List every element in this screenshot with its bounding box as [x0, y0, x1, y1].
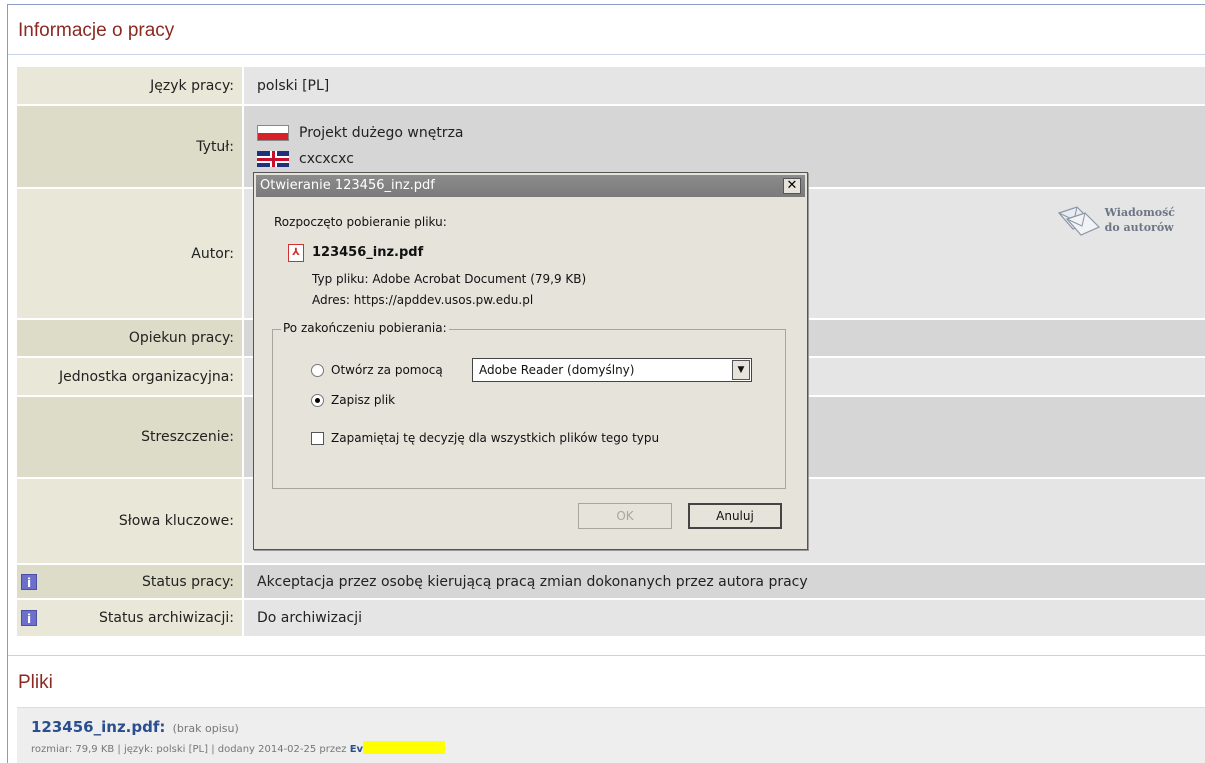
title-pl-text: Projekt dużego wnętrza — [299, 125, 464, 141]
row-label: i Status pracy: — [17, 565, 242, 598]
dialog-filename: 123456_inz.pdf — [312, 245, 424, 260]
ok-button[interactable]: OK — [578, 503, 672, 529]
file-meta-text: rozmiar: 79,9 KB | język: polski [PL] | … — [31, 744, 347, 755]
row-label: Język pracy: — [17, 67, 242, 104]
title-en: cxcxcxc — [257, 146, 464, 172]
message-authors-link[interactable]: Wiadomość do autorów — [1055, 203, 1175, 237]
dialog-intro: Rozpoczęto pobieranie pliku: — [274, 215, 447, 229]
file-address-line: Adres: https://apddev.usos.pw.edu.pl — [312, 293, 533, 307]
row-value: Akceptacja przez osobę kierującą pracą z… — [244, 565, 1205, 598]
redaction-mark — [363, 741, 446, 754]
file-entry-title: 123456_inz.pdf: (brak opisu) — [31, 718, 239, 736]
file-description: (brak opisu) — [172, 722, 239, 735]
row-value: Do archiwizacji — [244, 600, 1205, 636]
title-pl: Projekt dużego wnętrza — [257, 120, 464, 146]
title-en-text: cxcxcxc — [299, 151, 354, 167]
row-label: i Status archiwizacji: — [17, 600, 242, 636]
row-label-text: Status archiwizacji: — [98, 610, 234, 626]
file-type-label: Typ pliku: — [312, 272, 369, 286]
row-label: Jednostka organizacyjna: — [17, 358, 242, 395]
file-colon: : — [159, 718, 166, 736]
dialog-titlebar[interactable]: Otwieranie 123456_inz.pdf ✕ — [256, 175, 805, 197]
open-with-label[interactable]: Otwórz za pomocą — [331, 363, 443, 377]
uk-flag-icon — [257, 151, 289, 167]
save-file-radio[interactable] — [311, 394, 324, 407]
open-with-selected: Adobe Reader (domyślny) — [479, 363, 635, 377]
file-entry: 123456_inz.pdf: (brak opisu) rozmiar: 79… — [17, 707, 1205, 763]
download-dialog: Otwieranie 123456_inz.pdf ✕ Rozpoczęto p… — [253, 172, 808, 550]
section-divider — [8, 54, 1205, 55]
message-authors-label: Wiadomość do autorów — [1105, 205, 1175, 235]
row-label: Autor: — [17, 189, 242, 318]
row-status-work: i Status pracy: Akceptacja przez osobę k… — [17, 563, 1205, 598]
section-divider — [8, 655, 1205, 656]
after-download-group: Po zakończeniu pobierania: — [272, 321, 786, 489]
file-link[interactable]: 123456_inz.pdf — [31, 718, 159, 736]
dialog-title: Otwieranie 123456_inz.pdf — [260, 178, 435, 193]
chevron-down-icon[interactable]: ▼ — [732, 360, 750, 380]
close-icon[interactable]: ✕ — [783, 178, 801, 194]
info-icon[interactable]: i — [21, 573, 37, 590]
remember-checkbox[interactable] — [311, 432, 324, 445]
file-type-value: Adobe Acrobat Document (79,9 KB) — [372, 272, 587, 286]
file-type-line: Typ pliku: Adobe Acrobat Document (79,9 … — [312, 272, 586, 286]
row-label-text: Status pracy: — [142, 573, 234, 590]
open-with-select[interactable]: Adobe Reader (domyślny) ▼ — [472, 358, 752, 382]
row-status-archive: i Status archiwizacji: Do archiwizacji — [17, 598, 1205, 636]
poland-flag-icon — [257, 125, 289, 141]
row-label: Streszczenie: — [17, 397, 242, 477]
message-authors-line1: Wiadomość — [1104, 206, 1175, 219]
section-title-info: Informacje o pracy — [18, 20, 175, 41]
open-with-radio[interactable] — [311, 364, 324, 377]
title-list: Projekt dużego wnętrza cxcxcxc — [257, 120, 464, 172]
cancel-button[interactable]: Anuluj — [688, 503, 782, 529]
file-meta: rozmiar: 79,9 KB | język: polski [PL] | … — [31, 741, 446, 755]
remember-label[interactable]: Zapamiętaj tę decyzję dla wszystkich pli… — [331, 431, 659, 445]
row-language: Język pracy: polski [PL] — [17, 65, 1205, 104]
row-label: Słowa kluczowe: — [17, 479, 242, 563]
file-address-label: Adres: — [312, 293, 350, 307]
save-file-label[interactable]: Zapisz plik — [331, 393, 395, 407]
info-icon[interactable]: i — [21, 610, 37, 626]
uploader-link[interactable]: Ev — [350, 744, 363, 755]
message-authors-line2: do autorów — [1104, 221, 1174, 234]
row-label: Opiekun pracy: — [17, 320, 242, 356]
section-title-files: Pliki — [18, 672, 53, 693]
file-address-value: https://apddev.usos.pw.edu.pl — [353, 293, 534, 307]
pdf-file-icon: ⅄ — [288, 244, 304, 262]
row-value: polski [PL] — [244, 67, 1205, 104]
after-download-legend: Po zakończeniu pobierania: — [281, 321, 449, 335]
envelope-icon — [1057, 206, 1100, 236]
row-label: Tytuł: — [17, 106, 242, 187]
